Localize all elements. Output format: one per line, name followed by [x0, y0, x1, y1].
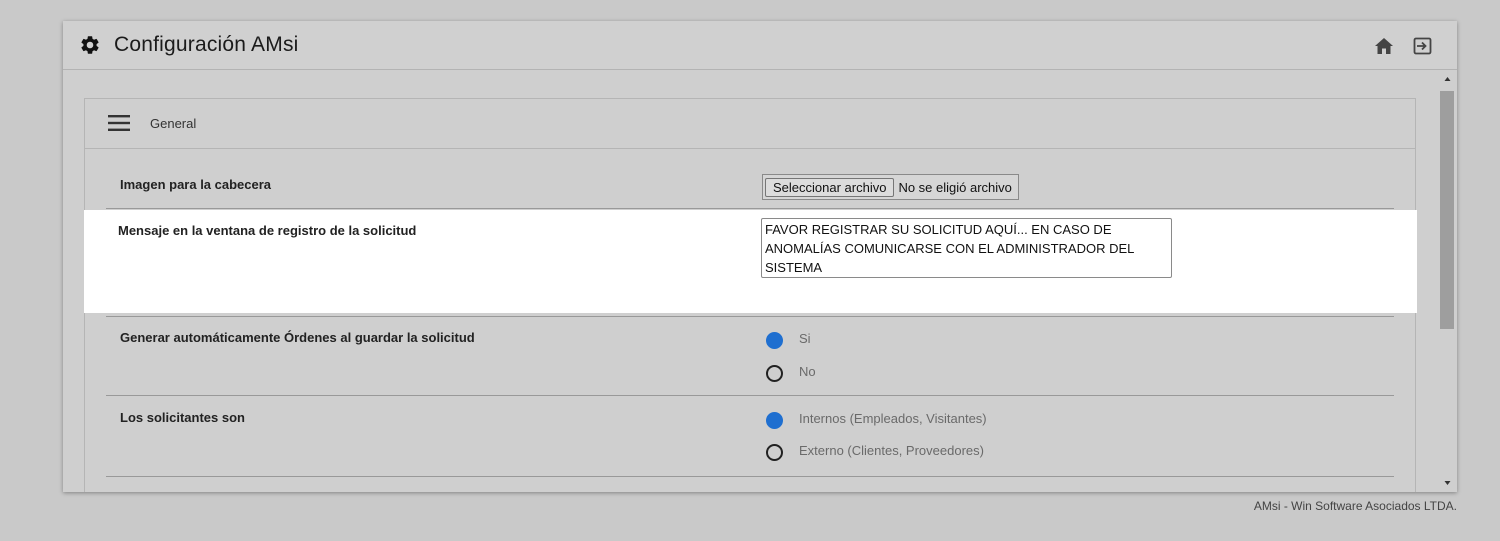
menu-icon[interactable] — [108, 115, 130, 131]
footer-copyright: AMsi - Win Software Asociados LTDA. — [1253, 499, 1457, 513]
requesters-label: Los solicitantes son — [120, 410, 245, 425]
message-label: Mensaje en la ventana de registro de la … — [118, 223, 417, 238]
file-status-text: No se eligió archivo — [898, 179, 1012, 195]
general-panel: General Imagen para la cabecera Seleccio… — [84, 98, 1417, 492]
home-icon[interactable] — [1374, 37, 1394, 55]
select-file-button[interactable]: Seleccionar archivo — [765, 177, 895, 197]
message-row: Mensaje en la ventana de registro de la … — [84, 210, 1417, 313]
title-bar: Configuración AMsi — [63, 21, 1457, 70]
radio-label: Si — [799, 331, 811, 346]
radio-label: Internos (Empleados, Visitantes) — [799, 411, 987, 426]
radio-button[interactable] — [766, 365, 783, 382]
row-divider — [106, 208, 1394, 209]
radio-label: No — [799, 364, 816, 379]
gear-icon — [81, 36, 99, 54]
radio-option-no[interactable]: No — [766, 364, 1066, 384]
header-image-file-input[interactable]: Seleccionar archivo No se eligió archivo — [762, 174, 1019, 200]
radio-label: Externo (Clientes, Proveedores) — [799, 443, 984, 458]
row-divider — [106, 476, 1394, 477]
radio-option-internos[interactable]: Internos (Empleados, Visitantes) — [766, 411, 1066, 431]
panel-title: General — [150, 116, 197, 131]
header-image-label: Imagen para la cabecera — [120, 177, 272, 192]
radio-option-externo[interactable]: Externo (Clientes, Proveedores) — [766, 443, 1066, 463]
radio-button[interactable] — [766, 444, 783, 461]
requesters-row: Los solicitantes son Internos (Empleados… — [85, 394, 1415, 477]
message-textarea[interactable]: FAVOR REGISTRAR SU SOLICITUD AQUÍ... EN … — [761, 218, 1172, 278]
vertical-scrollbar[interactable] — [1438, 70, 1457, 492]
scroll-down-arrow-icon[interactable] — [1438, 474, 1457, 492]
window-title: Configuración AMsi — [114, 33, 299, 56]
scroll-up-arrow-icon[interactable] — [1438, 70, 1457, 88]
exit-icon[interactable] — [1413, 37, 1432, 55]
auto-orders-row: Generar automáticamente Órdenes al guard… — [85, 313, 1415, 396]
config-window: Configuración AMsi General Imagen para l… — [63, 21, 1457, 492]
radio-option-si[interactable]: Si — [766, 331, 1066, 351]
header-image-row: Imagen para la cabecera Seleccionar arch… — [85, 149, 1415, 209]
scrollbar-thumb[interactable] — [1440, 91, 1454, 329]
row-divider — [106, 316, 1394, 317]
panel-header: General — [85, 99, 1415, 149]
radio-button-checked[interactable] — [766, 332, 783, 349]
content-area: General Imagen para la cabecera Seleccio… — [63, 70, 1438, 492]
radio-button-checked[interactable] — [766, 412, 783, 429]
auto-orders-label: Generar automáticamente Órdenes al guard… — [120, 330, 475, 345]
